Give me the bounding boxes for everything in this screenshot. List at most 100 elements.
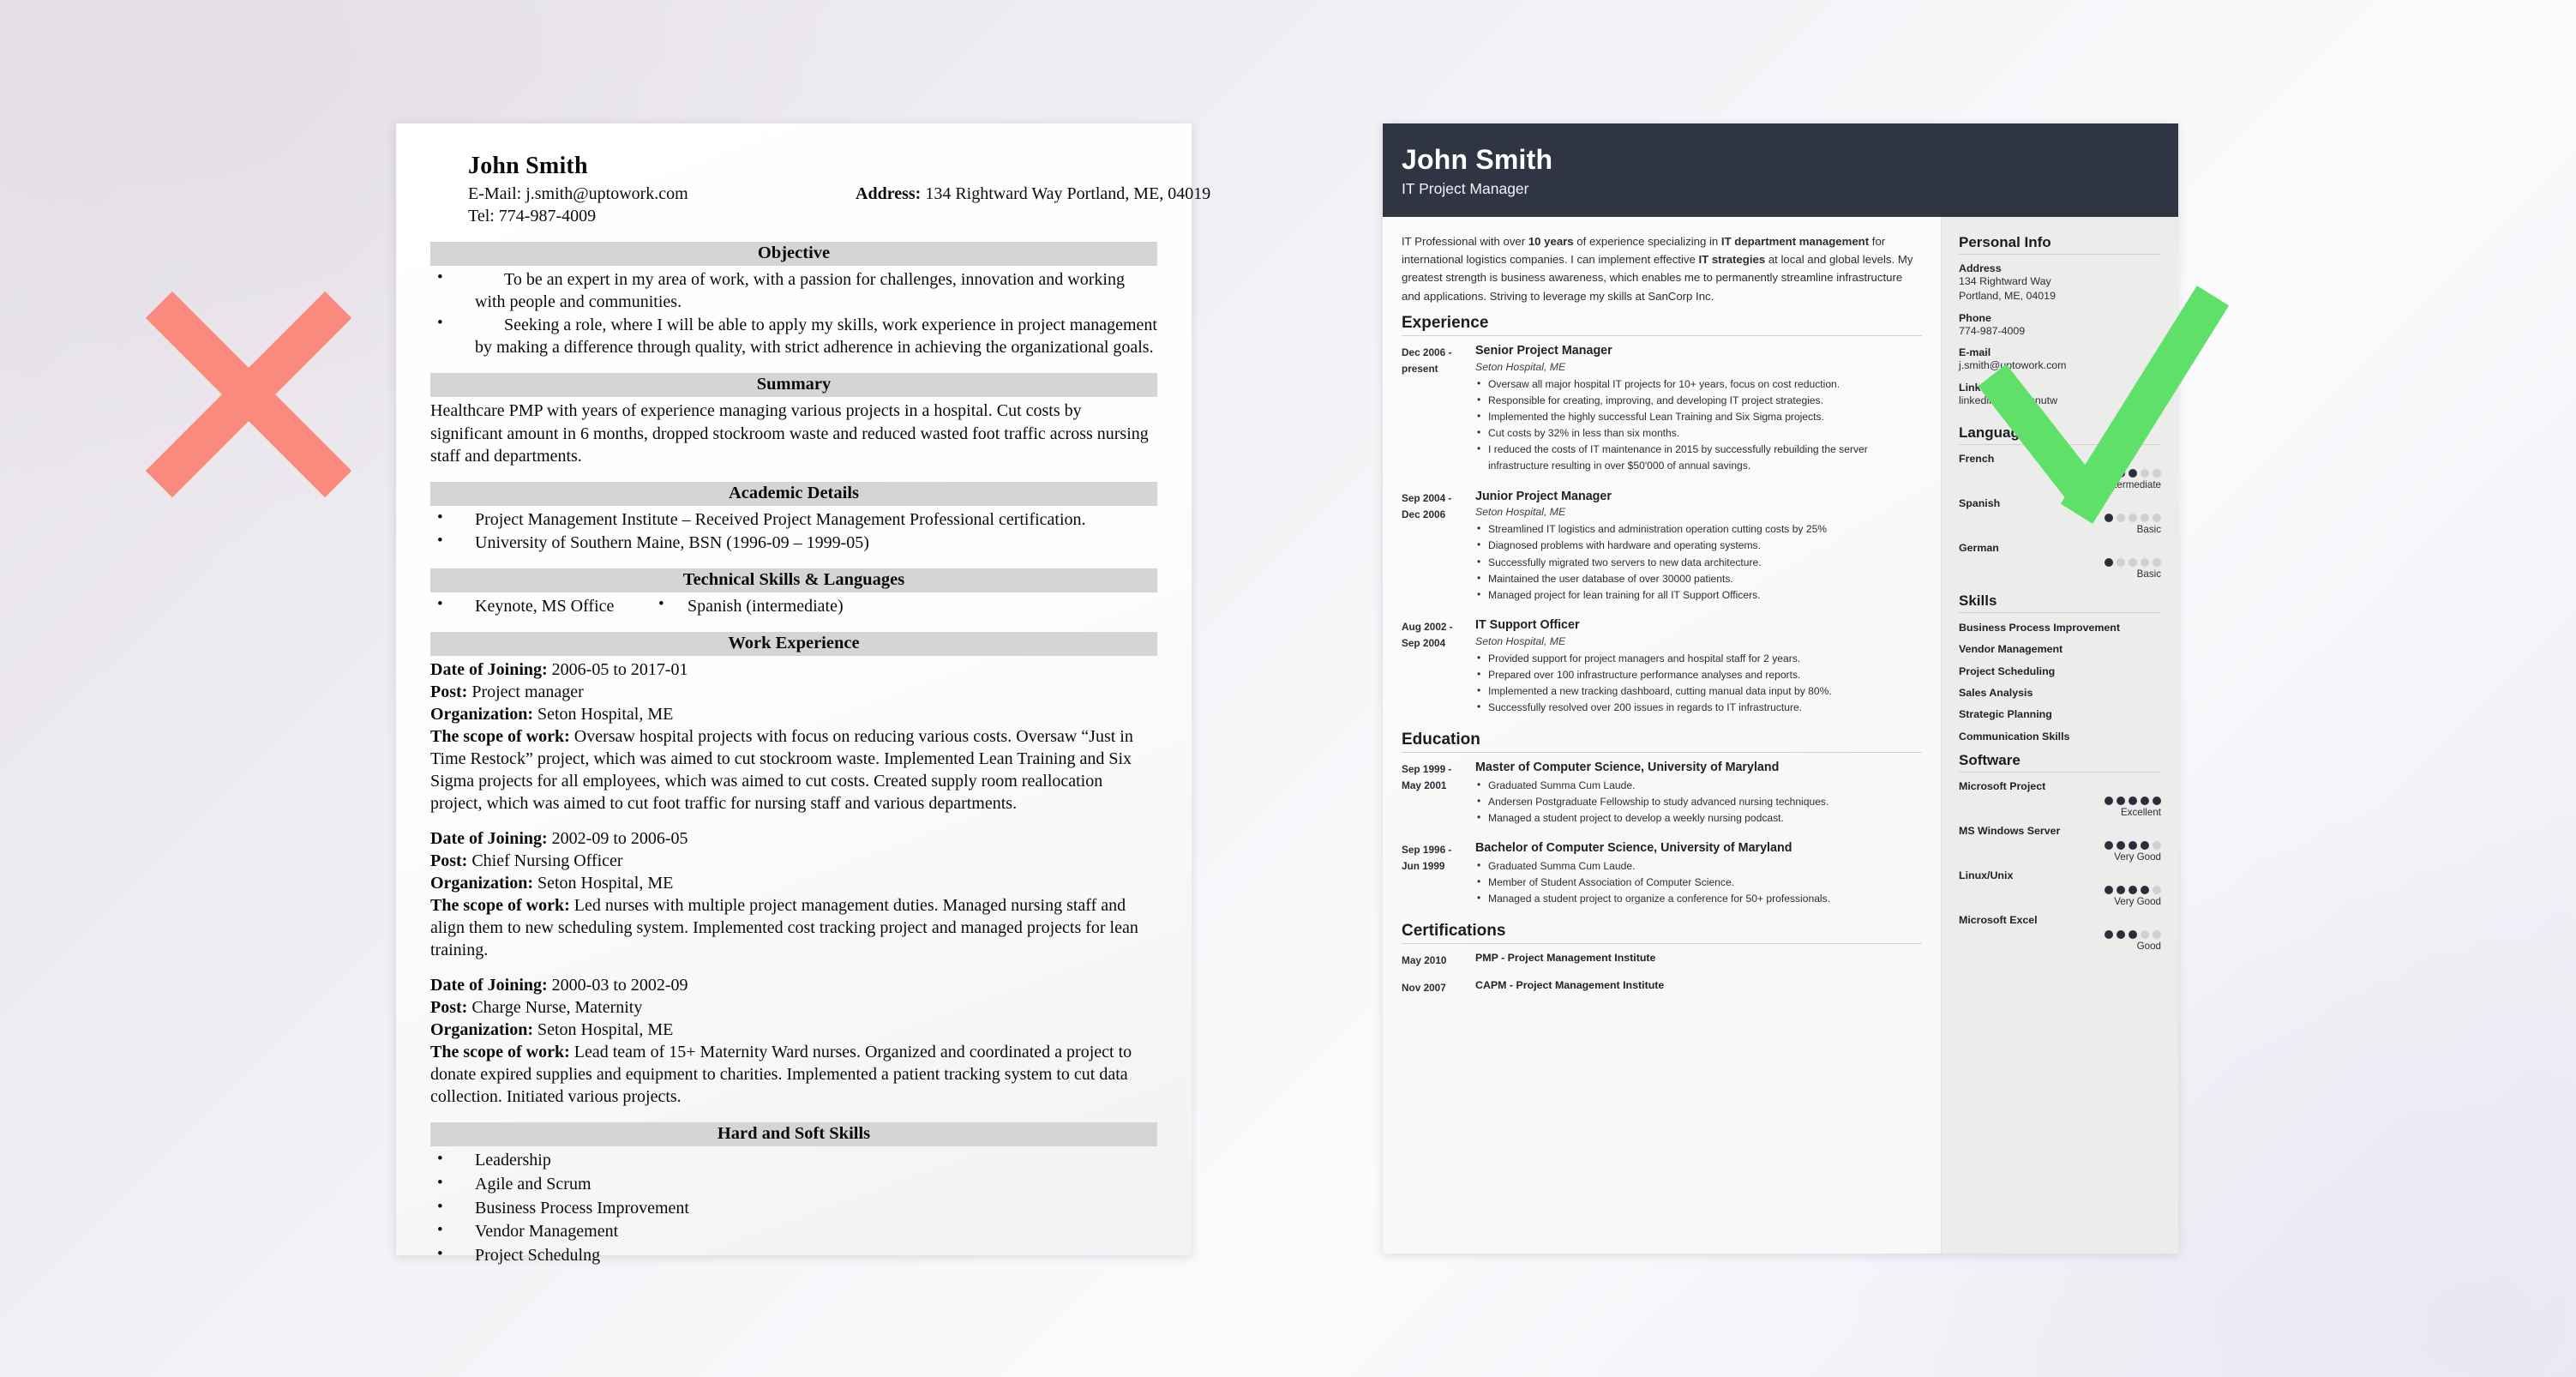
list-item: Graduated Summa Cum Laude.: [1475, 857, 1922, 875]
sidebar-heading-software: Software: [1959, 752, 2021, 769]
software-item: Microsoft Project Excellent: [1959, 780, 2161, 819]
entry-bullets: Streamlined IT logistics and administrat…: [1475, 520, 1922, 604]
divider: [1959, 611, 2161, 613]
personal-info-fields: Address 134 Rightward Way Portland, ME, 0…: [1959, 262, 2161, 409]
list-item: Successfully resolved over 200 issues in…: [1475, 699, 1922, 716]
software-item: MS Windows Server Very Good: [1959, 825, 2161, 863]
entry-organization: Seton Hospital, ME: [1475, 360, 1566, 373]
bad-resume-document: John Smith E-Mail: j.smith@uptowork.com …: [396, 123, 1210, 1265]
entry-bullets: Provided support for project managers an…: [1475, 650, 1922, 716]
rating-dots: [1959, 841, 2161, 851]
good-section-heading-certifications: Certifications: [1402, 922, 1506, 941]
rating-dot-filled: [2105, 797, 2113, 806]
field-label: Address: [1959, 262, 2002, 274]
divider: [1959, 772, 2161, 773]
divider: [1402, 335, 1922, 337]
rating-dot-filled: [2105, 557, 2113, 567]
rating-dot-empty: [2153, 513, 2161, 522]
language-name: French: [1959, 452, 1995, 465]
bad-technical-col2: Spanish (intermediate): [658, 594, 844, 617]
field-value: 134 Rightward Way Portland, ME, 04019: [1959, 274, 2056, 303]
list-item: Business Process Improvement: [1959, 621, 2121, 634]
list-item: Implemented a new tracking dashboard, cu…: [1475, 682, 1922, 700]
rating-dot-filled: [2105, 468, 2113, 478]
bad-section-heading-objective: Objective: [430, 242, 1157, 267]
bad-resume-tel: Tel: 774-987-4009: [468, 206, 597, 225]
list-item: Project Management Institute – Received …: [430, 508, 1157, 531]
good-section-heading-experience: Experience: [1402, 314, 1489, 333]
list-item: I reduced the costs of IT maintenance in…: [1475, 441, 1922, 474]
bad-section-heading-skills: Hard and Soft Skills: [430, 1122, 1157, 1147]
list-item: Project Schedulng: [430, 1243, 1157, 1267]
language-name: German: [1959, 541, 1999, 554]
list-item: Managed project for lean training for al…: [1475, 586, 1922, 604]
entry-bullets: Graduated Summa Cum Laude. Member of Stu…: [1475, 857, 1922, 907]
rating-dot-filled: [2117, 841, 2125, 851]
list-item: Andersen Postgraduate Fellowship to stud…: [1475, 793, 1922, 810]
certification-name: PMP - Project Management Institute: [1475, 952, 1656, 965]
entry-bullets: Oversaw all major hospital IT projects f…: [1475, 376, 1922, 475]
rating-dots: [1959, 886, 2161, 895]
divider: [1402, 752, 1922, 754]
rating-dot-empty: [2141, 557, 2149, 567]
bad-resume-address: Address: 134 Rightward Way Portland, ME,…: [856, 183, 1210, 206]
x-stroke-a: [145, 291, 352, 498]
list-item: Managed a student project to organize a …: [1475, 890, 1922, 907]
rating-dot-filled: [2129, 468, 2137, 478]
rating-label: Basic: [2136, 568, 2161, 580]
bad-resume-address-value: 134 Rightward Way Portland, ME, 04019: [925, 184, 1211, 203]
good-resume-header: John Smith IT Project Manager: [1383, 123, 2178, 217]
rating-dot-filled: [2117, 797, 2125, 806]
rating-dot-filled: [2105, 930, 2113, 940]
software-item: Microsoft Excel Good: [1959, 914, 2161, 953]
entry-title: Master of Computer Science, University o…: [1475, 761, 1780, 775]
list-item: Responsible for creating, improving, and…: [1475, 392, 1922, 409]
rating-dot-filled: [2105, 841, 2113, 851]
experience-entry: Aug 2002 - Sep 2004 IT Support Officer S…: [1402, 618, 1922, 716]
list-item: Agile and Scrum: [430, 1172, 1157, 1196]
list-item: Streamlined IT logistics and administrat…: [1475, 520, 1922, 538]
certification-entry: Nov 2007 CAPM - Project Management Insti…: [1402, 979, 1922, 996]
rating-dot-filled: [2141, 841, 2149, 851]
list-item: Keynote, MS Office Spanish (intermediate…: [430, 594, 1157, 617]
entry-dates: Sep 2004 - Dec 2006: [1402, 491, 1452, 520]
bad-section-heading-academic: Academic Details: [430, 482, 1157, 507]
good-resume-document: John Smith IT Project Manager IT Profess…: [1383, 123, 2178, 1254]
rating-dot-empty: [2153, 468, 2161, 478]
list-item: Managed a student project to develop a w…: [1475, 809, 1922, 827]
list-item: Seeking a role, where I will be able to …: [430, 313, 1157, 358]
entry-title: IT Support Officer: [1475, 617, 1580, 632]
rating-label: Good: [2136, 941, 2161, 953]
comparison-stage: John Smith E-Mail: j.smith@uptowork.com …: [0, 0, 2576, 1377]
entry-dates: Nov 2007: [1402, 982, 1446, 995]
red-x-mark-icon: [111, 257, 386, 532]
rating-dot-filled: [2117, 930, 2125, 940]
bad-section-heading-summary: Summary: [430, 373, 1157, 398]
entry-dates: Aug 2002 - Sep 2004: [1402, 620, 1453, 649]
bad-technical-col1: Keynote, MS Office: [475, 597, 615, 616]
software-list: Microsoft Project Excellent MS Windows S…: [1959, 780, 2161, 953]
good-resume-body: IT Professional with over 10 years of ex…: [1383, 216, 2178, 1254]
rating-dots: [1959, 468, 2161, 478]
education-entry: Sep 1996 - Jun 1999 Bachelor of Computer…: [1402, 841, 1922, 907]
list-item: Strategic Planning: [1959, 708, 2052, 721]
sidebar-skills-list: Business Process Improvement Vendor Mana…: [1959, 621, 2161, 743]
field-label: LinkedIn: [1959, 382, 2003, 394]
rating-dot-empty: [2153, 841, 2161, 851]
list-item: Graduated Summa Cum Laude.: [1475, 777, 1922, 794]
bad-work-list: Date of Joining: 2006-05 to 2017-01 Post…: [430, 658, 1157, 1108]
list-item: Oversaw all major hospital IT projects f…: [1475, 376, 1922, 393]
divider: [1959, 253, 2161, 255]
good-resume-summary: IT Professional with over 10 years of ex…: [1402, 234, 1913, 303]
entry-bullets: Graduated Summa Cum Laude. Andersen Post…: [1475, 777, 1922, 827]
language-item: French Intermediate: [1959, 453, 2161, 491]
bad-resume-name: John Smith: [468, 153, 588, 179]
rating-dot-filled: [2153, 797, 2161, 806]
divider: [1959, 443, 2161, 445]
rating-dot-empty: [2141, 468, 2149, 478]
entry-title: Senior Project Manager: [1475, 344, 1612, 358]
sidebar-heading-skills: Skills: [1959, 592, 1997, 609]
rating-dot-empty: [2117, 513, 2125, 522]
rating-dot-empty: [2129, 557, 2137, 567]
list-item: Sales Analysis: [1959, 686, 2033, 699]
